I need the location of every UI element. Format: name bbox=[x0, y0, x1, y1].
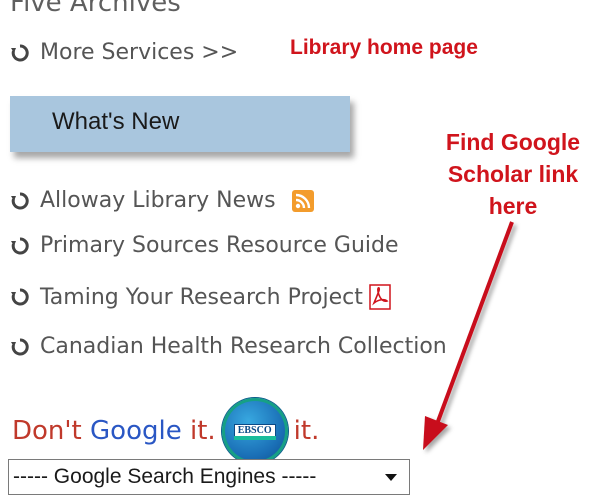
annotation-arrow bbox=[423, 221, 514, 450]
select-value: ----- Google Search Engines ----- bbox=[13, 465, 317, 488]
chevron-down-icon[interactable] bbox=[385, 474, 397, 481]
google-search-engines-select[interactable]: ----- Google Search Engines ----- bbox=[8, 459, 410, 495]
